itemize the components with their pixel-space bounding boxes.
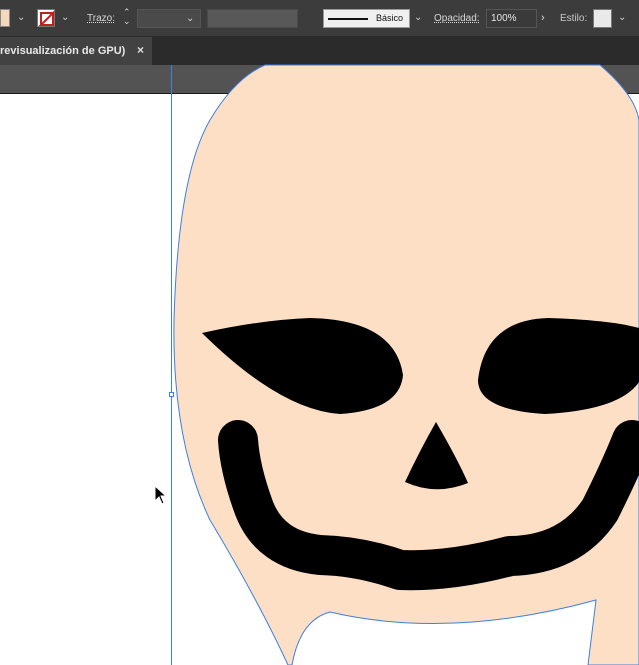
skull-artwork[interactable]: [0, 0, 639, 665]
anchor-point[interactable]: [169, 392, 174, 397]
right-eye[interactable]: [478, 318, 639, 414]
vertical-guide[interactable]: [171, 65, 172, 665]
arrow-cursor-icon: [154, 485, 168, 505]
